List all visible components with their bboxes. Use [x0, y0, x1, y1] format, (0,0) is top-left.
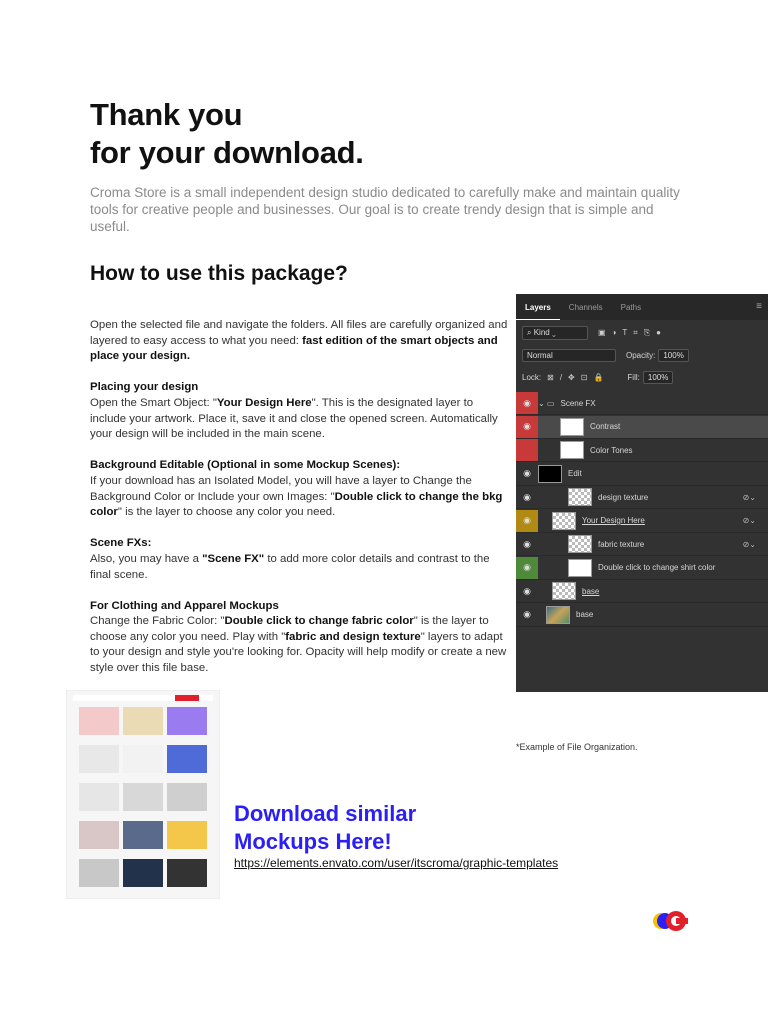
layer-row[interactable]: ◉ Double click to change shirt color	[516, 556, 768, 580]
opacity-input[interactable]: 100%	[658, 348, 689, 362]
layer-name: Contrast	[590, 422, 621, 431]
filter-row: ⌕ Kind ⌄ ▣◑T⌗⎘●	[516, 324, 768, 342]
layer-name: Double click to change shirt color	[598, 563, 716, 572]
visibility-eye-icon[interactable]: ◉	[516, 509, 538, 532]
section-heading: How to use this package?	[90, 262, 348, 285]
layer-row[interactable]: ◉ Your Design Here ⊘⌄	[516, 509, 768, 533]
layer-thumbnail	[552, 511, 576, 530]
layer-row[interactable]: ◉ design texture ⊘⌄	[516, 486, 768, 509]
croma-logo	[653, 911, 688, 931]
preview-tile	[167, 859, 207, 887]
filter-icons[interactable]: ▣◑T⌗⎘●	[598, 328, 667, 338]
preview-tile	[79, 859, 119, 887]
search-icon: ⌕	[527, 328, 532, 337]
lock-row: Lock: ⊠/✥⊡🔒 Fill: 100%	[516, 368, 768, 386]
visibility-eye-icon[interactable]: ◉	[516, 486, 538, 508]
layer-thumbnail	[552, 582, 576, 600]
visibility-eye-icon[interactable]: ◉	[516, 580, 538, 602]
preview-tile	[167, 707, 207, 735]
tab-channels[interactable]: Channels	[560, 303, 612, 320]
instructions: Open the selected file and navigate the …	[90, 318, 510, 692]
layer-row[interactable]: ◉ fabric texture ⊘⌄	[516, 533, 768, 556]
layer-thumbnail	[568, 488, 592, 506]
visibility-eye-icon[interactable]: ◉	[516, 415, 538, 438]
layer-name: base	[576, 610, 594, 619]
visibility-eye-icon[interactable]: ◉	[516, 533, 538, 555]
layer-thumbnail	[568, 535, 592, 553]
layer-row[interactable]: ◉ ⌄ ▭ Scene FX	[516, 392, 768, 415]
tab-layers[interactable]: Layers	[516, 303, 560, 320]
download-link[interactable]: https://elements.envato.com/user/itscrom…	[234, 856, 558, 870]
paragraph-open-file: Open the selected file and navigate the …	[90, 319, 508, 363]
preview-tile	[123, 859, 163, 887]
layer-row[interactable]: ◉ base	[516, 603, 768, 627]
layer-thumbnail	[560, 417, 584, 436]
preview-tile	[123, 745, 163, 773]
website-preview-image	[66, 690, 220, 899]
paragraph-background: Background Editable (Optional in some Mo…	[90, 459, 503, 519]
paragraph-scene-fx: Scene FXs: Also, you may have a "Scene F…	[90, 537, 490, 581]
panel-tabs: Layers Channels Paths ≡	[516, 294, 768, 320]
layer-row[interactable]: Color Tones	[516, 439, 768, 462]
intro-text: Croma Store is a small independent desig…	[90, 185, 680, 234]
lock-icons[interactable]: ⊠/✥⊡🔒	[547, 373, 609, 382]
layer-effects-icon[interactable]: ⊘⌄	[743, 493, 756, 502]
tab-paths[interactable]: Paths	[612, 303, 650, 320]
kind-select[interactable]: ⌕ Kind ⌄	[522, 326, 588, 340]
preview-tile	[167, 745, 207, 773]
fill-label: Fill:	[627, 372, 640, 382]
visibility-eye-icon[interactable]: ◉	[516, 462, 538, 485]
layer-effects-icon[interactable]: ⊘⌄	[743, 516, 756, 525]
title-line-2: for your download.	[90, 135, 364, 170]
preview-tile	[79, 783, 119, 811]
download-line-2: Mockups Here!	[234, 829, 392, 854]
folder-icon: ⌄ ▭	[538, 398, 555, 408]
fill-input[interactable]: 100%	[642, 370, 674, 384]
layer-name: design texture	[598, 492, 649, 502]
blend-mode-select[interactable]: Normal	[522, 348, 616, 362]
visibility-eye-icon[interactable]	[516, 439, 538, 461]
download-line-1: Download similar	[234, 801, 417, 826]
visibility-eye-icon[interactable]: ◉	[516, 603, 538, 626]
preview-tile	[123, 783, 163, 811]
visibility-eye-icon[interactable]: ◉	[516, 556, 538, 579]
paragraph-clothing: For Clothing and Apparel Mockups Change …	[90, 599, 507, 675]
preview-tile	[123, 821, 163, 849]
preview-tile	[167, 821, 207, 849]
layer-name: Scene FX	[560, 398, 596, 408]
preview-tile	[79, 821, 119, 849]
visibility-eye-icon[interactable]: ◉	[516, 392, 538, 414]
page-title: Thank you for your download.	[90, 96, 364, 172]
layer-thumbnail	[538, 464, 562, 483]
preview-tile	[79, 707, 119, 735]
layer-thumbnail	[568, 558, 592, 577]
layer-name: Edit	[568, 469, 582, 478]
chevron-down-icon: ⌄	[551, 328, 556, 337]
blend-row: Normal Opacity: 100%	[516, 346, 768, 364]
layer-thumbnail	[560, 441, 584, 459]
title-line-1: Thank you	[90, 97, 243, 132]
layer-row[interactable]: ◉ Contrast	[516, 415, 768, 439]
layer-effects-icon[interactable]: ⊘⌄	[743, 540, 756, 549]
layer-row[interactable]: ◉ Edit	[516, 462, 768, 486]
opacity-label: Opacity:	[626, 350, 656, 360]
preview-tile	[79, 745, 119, 773]
download-heading: Download similar Mockups Here!	[234, 800, 416, 856]
layer-name: base	[582, 586, 600, 596]
layer-name: Your Design Here	[582, 516, 645, 525]
layer-row[interactable]: ◉ base	[516, 580, 768, 603]
layer-name: Color Tones	[590, 445, 633, 455]
layers-panel: Layers Channels Paths ≡ ⌕ Kind ⌄ ▣◑T⌗⎘● …	[516, 294, 768, 692]
layer-thumbnail	[546, 605, 570, 624]
layer-name: fabric texture	[598, 539, 645, 549]
panel-menu-icon[interactable]: ≡	[756, 301, 762, 312]
preview-tile	[167, 783, 207, 811]
paragraph-placing: Placing your design Open the Smart Objec…	[90, 381, 498, 441]
example-note: *Example of File Organization.	[516, 742, 638, 752]
lock-label: Lock:	[522, 372, 542, 382]
preview-tile	[123, 707, 163, 735]
